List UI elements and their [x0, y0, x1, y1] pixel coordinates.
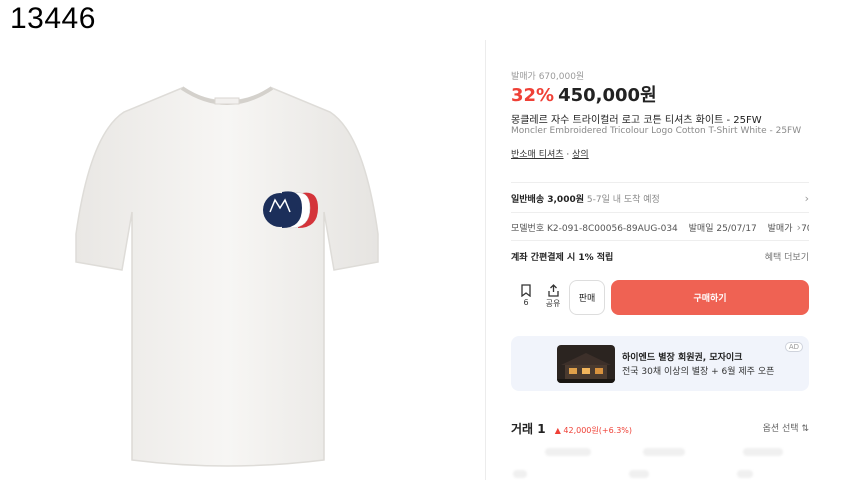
discount-rate: 32%: [511, 85, 555, 106]
share-icon: [547, 284, 559, 297]
category-separator: ·: [563, 150, 573, 160]
trade-history-row: [511, 470, 809, 480]
vertical-divider: [485, 40, 486, 480]
delivery-label: 일반배송 3,000원: [511, 195, 585, 205]
divider: [511, 182, 809, 183]
delivery-row[interactable]: 일반배송 3,000원 5-7일 내 도착 예정 ›: [511, 192, 809, 205]
divider: [511, 212, 809, 213]
ad-badge: AD: [784, 342, 803, 352]
trade-header: 거래 1 ▲ 42,000원(+6.3%) 옵션 선택 ⇅: [511, 418, 809, 437]
ad-title: 하이엔드 별장 회원권, 모자이크: [622, 353, 743, 363]
benefit-more-link[interactable]: 혜택 더보기: [765, 250, 809, 263]
bookmark-count: 6: [523, 298, 529, 307]
payment-benefit-row: 계좌 간편결제 시 1% 적립 혜택 더보기: [511, 250, 809, 263]
divider: [511, 240, 809, 241]
model-number: 모델번호 K2-091-8C00056-89AUG-034: [511, 224, 678, 234]
option-select-button[interactable]: 옵션 선택 ⇅: [763, 421, 809, 434]
share-label: 공유: [545, 299, 561, 308]
chevron-right-icon: ›: [804, 192, 809, 205]
ad-thumbnail: [557, 345, 615, 383]
bookmark-button[interactable]: 6: [513, 284, 539, 307]
bookmark-icon: [521, 284, 531, 297]
sell-button[interactable]: 판매: [569, 280, 605, 315]
trade-count: 거래 1: [511, 422, 546, 436]
delivery-detail: 5-7일 내 도착 예정: [584, 195, 660, 205]
category-breadcrumb: 반소매 티셔츠 · 상의: [511, 147, 589, 160]
ad-subtitle: 전국 30채 이상의 별장 + 6월 제주 오픈: [622, 367, 775, 377]
moncler-logo-patch: [263, 191, 318, 229]
tshirt-illustration: [75, 86, 379, 467]
category-sub-link[interactable]: 상의: [572, 150, 589, 160]
current-price: 450,000원: [558, 85, 657, 106]
product-title-en: Moncler Embroidered Tricolour Logo Cotto…: [511, 126, 802, 136]
share-button[interactable]: 공유: [540, 284, 566, 309]
product-info-row[interactable]: 모델번호 K2-091-8C00056-89AUG-034 발매일 25/07/…: [511, 221, 809, 234]
action-bar: 6 공유 판매 구매하기: [511, 280, 809, 316]
ad-banner[interactable]: 하이엔드 별장 회원권, 모자이크 전국 30채 이상의 별장 + 6월 제주 …: [511, 336, 809, 391]
chevron-right-icon: ›: [794, 221, 801, 234]
page-id: 13446: [10, 2, 96, 35]
product-image[interactable]: [0, 40, 485, 480]
payment-benefit-label: 계좌 간편결제 시 1% 적립: [511, 253, 614, 263]
price-change: ▲ 42,000원(+6.3%): [554, 426, 633, 435]
product-title-ko: 몽클레르 자수 트라이컬러 로고 코튼 티셔츠 화이트 - 25FW: [511, 115, 762, 126]
release-date: 발매일 25/07/17: [688, 224, 757, 234]
buy-button[interactable]: 구매하기: [611, 280, 809, 315]
price-row: 32% 450,000원: [511, 81, 657, 107]
trade-history-row: [511, 448, 809, 458]
category-main-link[interactable]: 반소매 티셔츠: [511, 150, 564, 160]
release-price: 발매가 670,000원: [767, 224, 809, 234]
